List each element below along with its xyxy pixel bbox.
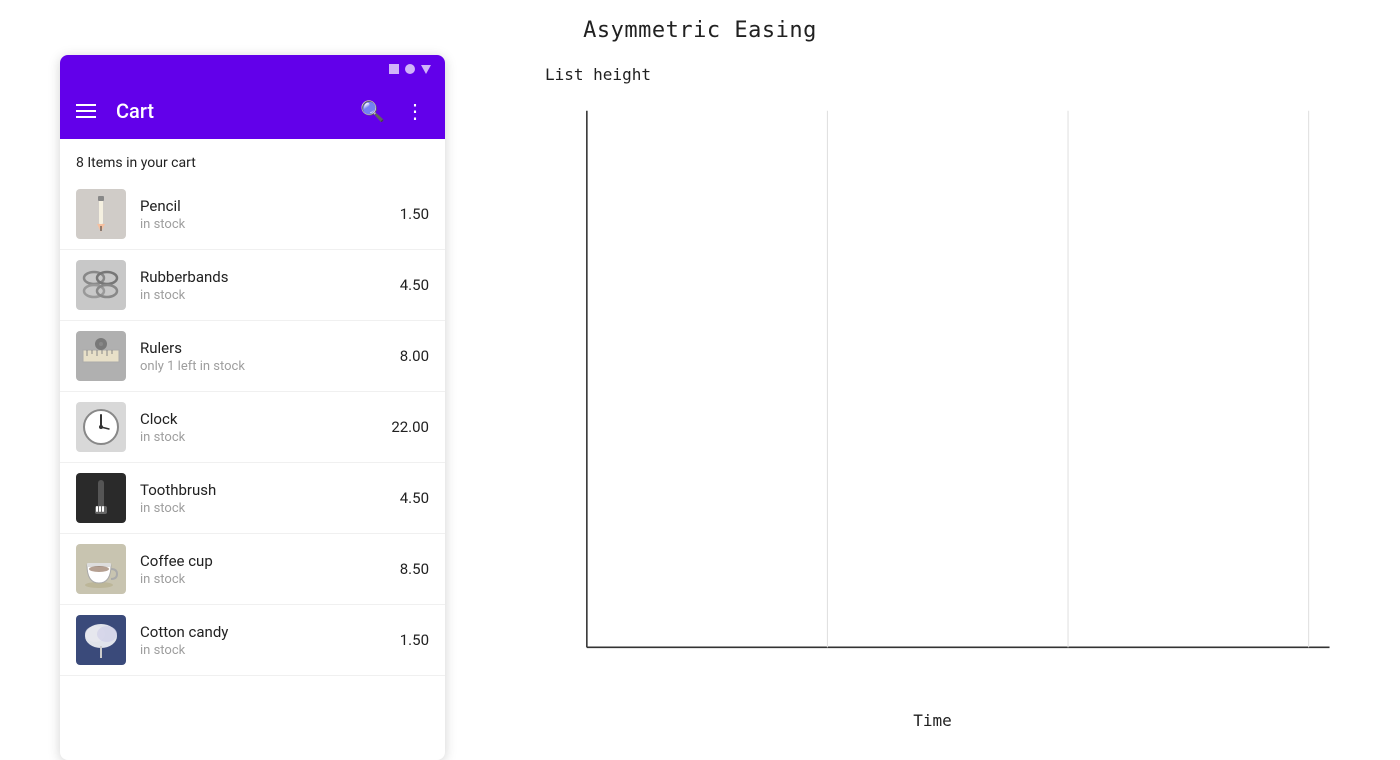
toolbar-title: Cart	[116, 99, 344, 123]
list-item[interactable]: Cotton candy in stock 1.50	[60, 605, 445, 676]
item-image-clock	[76, 402, 126, 452]
item-info-rubberbands: Rubberbands in stock	[140, 268, 386, 303]
app-body: 8 Items in your cart Pencil in stock 1.5	[60, 139, 445, 676]
item-image-rubberbands	[76, 260, 126, 310]
status-square-icon	[389, 64, 399, 74]
cart-summary: 8 Items in your cart	[60, 139, 445, 179]
item-stock: in stock	[140, 572, 386, 587]
item-name: Clock	[140, 410, 377, 428]
list-item[interactable]: Clock in stock 22.00	[60, 392, 445, 463]
menu-icon[interactable]	[76, 104, 96, 118]
item-image-toothbrush	[76, 473, 126, 523]
item-stock: only 1 left in stock	[140, 359, 386, 374]
app-toolbar: Cart 🔍 ⋮	[60, 83, 445, 139]
chart-container	[545, 100, 1340, 701]
item-info-pencil: Pencil in stock	[140, 197, 386, 232]
item-name: Pencil	[140, 197, 386, 215]
item-info-clock: Clock in stock	[140, 410, 377, 445]
item-stock: in stock	[140, 288, 386, 303]
chart-area: List height Time	[525, 55, 1340, 760]
status-circle-icon	[405, 64, 415, 74]
item-info-toothbrush: Toothbrush in stock	[140, 481, 386, 516]
item-price: 8.50	[400, 560, 429, 578]
more-options-icon[interactable]: ⋮	[401, 95, 429, 127]
list-item[interactable]: Toothbrush in stock 4.50	[60, 463, 445, 534]
item-name: Coffee cup	[140, 552, 386, 570]
list-item[interactable]: Pencil in stock 1.50	[60, 179, 445, 250]
item-price: 1.50	[400, 205, 429, 223]
item-info-cottoncandy: Cotton candy in stock	[140, 623, 386, 658]
item-price: 4.50	[400, 489, 429, 507]
status-bar	[60, 55, 445, 83]
item-info-coffeecup: Coffee cup in stock	[140, 552, 386, 587]
list-item[interactable]: Rubberbands in stock 4.50	[60, 250, 445, 321]
item-info-rulers: Rulers only 1 left in stock	[140, 339, 386, 374]
item-stock: in stock	[140, 643, 386, 658]
list-item[interactable]: Rulers only 1 left in stock 8.00	[60, 321, 445, 392]
item-price: 4.50	[400, 276, 429, 294]
item-stock: in stock	[140, 217, 386, 232]
item-image-rulers	[76, 331, 126, 381]
phone-mockup: Cart 🔍 ⋮ 8 Items in your cart	[60, 55, 445, 760]
status-triangle-icon	[421, 65, 431, 74]
chart-title: List height	[545, 65, 1340, 84]
page-title: Asymmetric Easing	[0, 0, 1400, 55]
item-price: 22.00	[391, 418, 429, 436]
list-item[interactable]: Coffee cup in stock 8.50	[60, 534, 445, 605]
item-image-cottoncandy	[76, 615, 126, 665]
item-name: Rulers	[140, 339, 386, 357]
chart-x-label: Time	[525, 711, 1340, 730]
item-image-pencil	[76, 189, 126, 239]
item-name: Toothbrush	[140, 481, 386, 499]
item-image-coffeecup	[76, 544, 126, 594]
item-stock: in stock	[140, 501, 386, 516]
item-name: Rubberbands	[140, 268, 386, 286]
search-icon[interactable]: 🔍	[356, 95, 389, 127]
item-price: 1.50	[400, 631, 429, 649]
chart-svg	[545, 100, 1340, 701]
item-price: 8.00	[400, 347, 429, 365]
item-name: Cotton candy	[140, 623, 386, 641]
item-stock: in stock	[140, 430, 377, 445]
